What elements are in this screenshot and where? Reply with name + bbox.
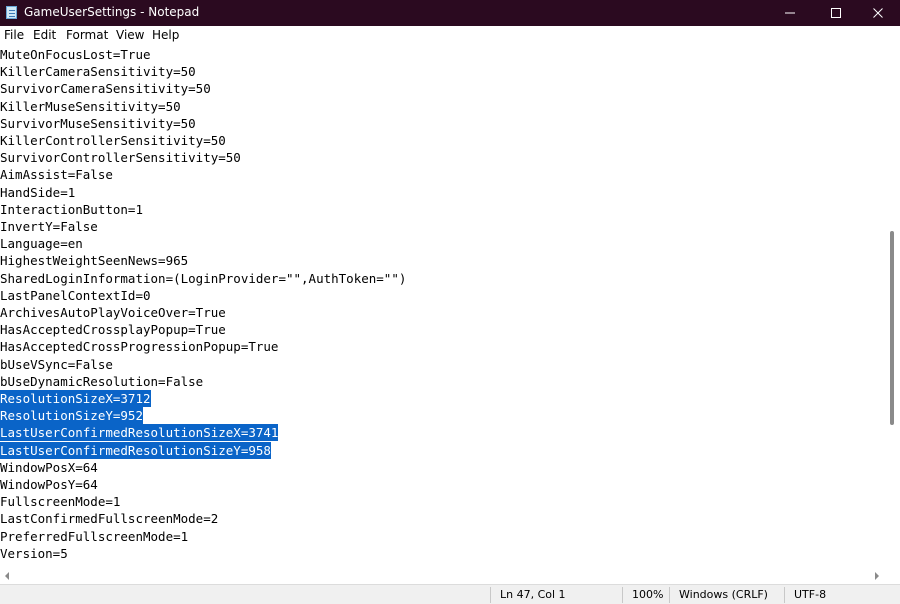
menu-view[interactable]: View [116,28,144,42]
horizontal-scrollbar[interactable] [0,568,886,584]
editor-line[interactable]: LastPanelContextId=0 [0,287,151,304]
editor-line[interactable]: bUseVSync=False [0,356,113,373]
scrollbar-corner [886,568,900,584]
editor-line[interactable]: LastConfirmedFullscreenMode=2 [0,510,218,527]
editor-line[interactable]: WindowPosY=64 [0,476,98,493]
editor-line[interactable]: HandSide=1 [0,184,75,201]
notepad-icon [6,6,17,19]
editor-line[interactable]: PreferredFullscreenMode=1 [0,528,188,545]
editor-line[interactable]: SurvivorCameraSensitivity=50 [0,80,211,97]
maximize-button[interactable] [814,0,858,26]
editor-line[interactable]: LastUserConfirmedResolutionSizeX=3741 [0,424,279,442]
status-divider [490,587,491,603]
editor-line[interactable]: bUseDynamicResolution=False [0,373,203,390]
editor-line[interactable]: HighestWeightSeenNews=965 [0,252,188,269]
close-button[interactable] [856,0,900,26]
editor-line[interactable]: SharedLoginInformation=(LoginProvider=""… [0,270,406,287]
minimize-icon [785,12,795,14]
editor-line[interactable]: SurvivorMuseSensitivity=50 [0,115,196,132]
minimize-button[interactable] [768,0,812,26]
editor-line[interactable]: KillerCameraSensitivity=50 [0,63,196,80]
editor-line[interactable]: ResolutionSizeY=952 [0,407,143,425]
scroll-right-icon[interactable] [873,572,881,580]
editor-line[interactable]: ArchivesAutoPlayVoiceOver=True [0,304,226,321]
cursor-position: Ln 47, Col 1 [500,588,566,601]
menu-bar: File Edit Format View Help [0,26,900,46]
window-title: GameUserSettings - Notepad [24,5,200,19]
scrollbar-thumb[interactable] [890,231,894,425]
zoom-level: 100% [632,588,664,601]
scroll-left-icon[interactable] [3,572,11,580]
close-icon [873,8,883,18]
status-divider [784,587,785,603]
encoding: UTF-8 [794,588,827,601]
line-ending: Windows (CRLF) [679,588,768,601]
editor-line[interactable]: Language=en [0,235,83,252]
status-divider [622,587,623,603]
maximize-icon [831,8,841,18]
editor-line[interactable]: ResolutionSizeX=3712 [0,390,151,407]
editor-line[interactable]: KillerControllerSensitivity=50 [0,132,226,149]
title-bar[interactable]: GameUserSettings - Notepad [0,0,900,26]
menu-edit[interactable]: Edit [33,28,56,42]
editor-line[interactable]: FullscreenMode=1 [0,493,120,510]
status-bar: Ln 47, Col 1 100% Windows (CRLF) UTF-8 [0,584,900,604]
menu-format[interactable]: Format [66,28,108,42]
menu-help[interactable]: Help [152,28,179,42]
text-editor[interactable]: MuteOnFocusLost=True KillerCameraSensitiv… [0,46,886,568]
vertical-scrollbar[interactable] [886,46,900,568]
editor-line[interactable]: HasAcceptedCrossplayPopup=True [0,321,226,338]
editor-line[interactable]: MuteOnFocusLost=True [0,46,151,63]
editor-line[interactable]: Version=5 [0,545,68,562]
editor-line[interactable]: SurvivorControllerSensitivity=50 [0,149,241,166]
menu-file[interactable]: File [4,28,24,42]
editor-line[interactable]: AimAssist=False [0,166,113,183]
status-divider [669,587,670,603]
editor-line[interactable]: WindowPosX=64 [0,459,98,476]
editor-line[interactable]: HasAcceptedCrossProgressionPopup=True [0,338,278,355]
editor-line[interactable]: KillerMuseSensitivity=50 [0,98,181,115]
editor-line[interactable]: InteractionButton=1 [0,201,143,218]
editor-line[interactable]: LastUserConfirmedResolutionSizeY=958 [0,441,271,459]
editor-line[interactable]: InvertY=False [0,218,98,235]
